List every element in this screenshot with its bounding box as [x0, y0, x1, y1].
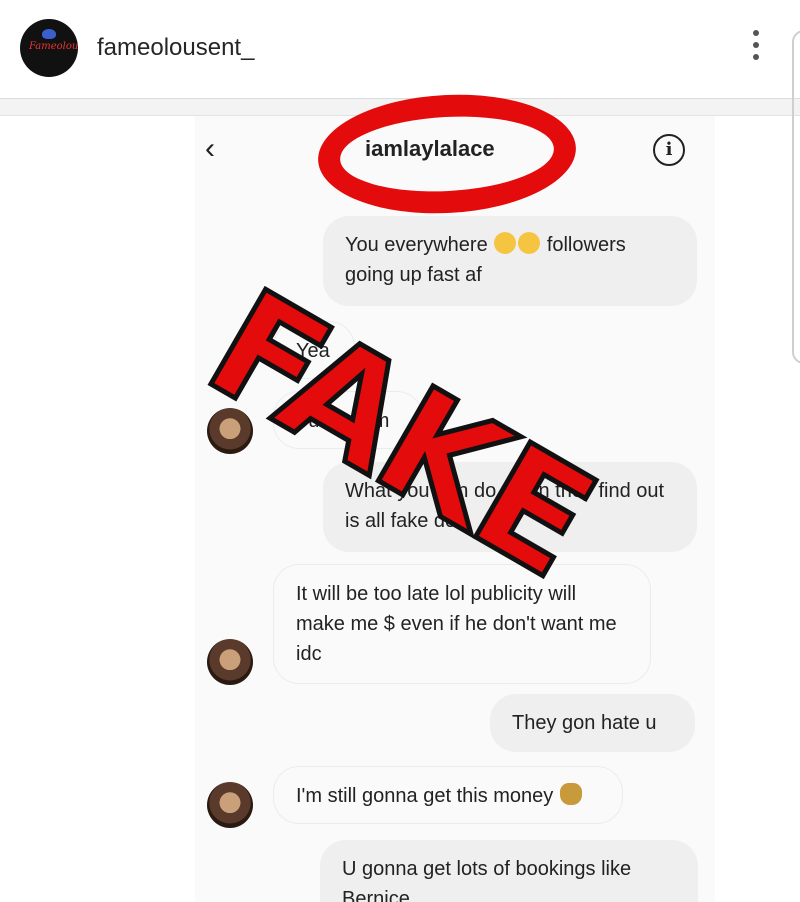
message-text: U gonna get lots of bookings like Bernic…	[342, 858, 632, 902]
sender-avatar[interactable]	[207, 782, 253, 828]
avatar-logo-text: Fameolous	[29, 41, 78, 52]
money-bag-emoji-icon	[559, 783, 582, 805]
post-username[interactable]: fameolousent_	[97, 34, 254, 62]
back-chevron-icon[interactable]: ‹	[205, 134, 235, 164]
message-bubble: I'm still gonna get this money	[273, 766, 623, 824]
message-text: It will be too late lol publicity will m…	[296, 583, 617, 665]
message-bubble: You everywhere followers going up fast a…	[323, 216, 697, 306]
message-bubble: U gonna get lots of bookings like Bernic…	[320, 840, 698, 902]
laughing-emoji-icon	[494, 232, 517, 254]
logo-star-icon	[42, 29, 56, 39]
message-text: You everywhere	[345, 234, 488, 256]
info-icon[interactable]: i	[653, 134, 685, 166]
message-bubble: They gon hate u	[490, 694, 695, 752]
message-bubble: It will be too late lol publicity will m…	[273, 564, 651, 684]
sender-avatar[interactable]	[207, 639, 253, 685]
more-vertical-icon[interactable]	[746, 30, 766, 66]
message-text: I'm still gonna get this money	[296, 785, 554, 807]
laughing-emoji-icon	[518, 232, 541, 254]
adjacent-card-edge	[792, 30, 800, 364]
post-header: Fameolous fameolousent_	[0, 0, 800, 99]
profile-avatar[interactable]: Fameolous	[20, 19, 78, 77]
message-text: They gon hate u	[512, 712, 657, 734]
